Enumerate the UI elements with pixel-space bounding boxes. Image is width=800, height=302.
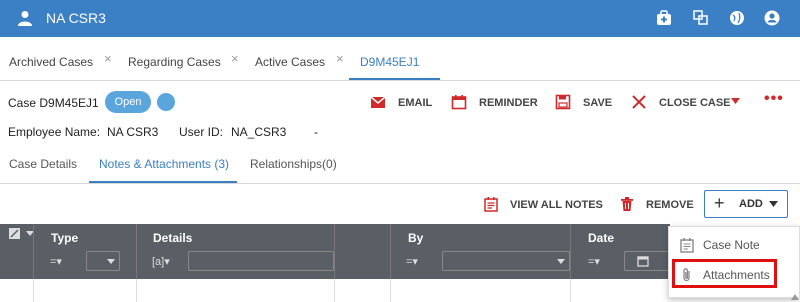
medkit-icon[interactable] (656, 10, 672, 26)
by-filter-select[interactable] (442, 251, 570, 271)
status-badge[interactable]: Open (105, 91, 151, 113)
column-header-details[interactable]: Details (153, 231, 192, 245)
employee-name-value: NA CSR3 (107, 125, 159, 139)
chevron-down-icon[interactable] (731, 98, 740, 104)
notes-calendar-icon[interactable] (483, 196, 499, 212)
user-icon (18, 11, 32, 26)
menu-item-label: Case Note (703, 238, 760, 252)
employee-name-label: Employee Name: (8, 125, 101, 139)
calendar-icon[interactable] (637, 255, 649, 267)
plus-icon: + (714, 193, 725, 213)
close-icon[interactable] (631, 94, 647, 110)
filter-operator[interactable]: =▾ (406, 255, 418, 268)
top-bar: NA CSR3 (0, 0, 800, 37)
row-divider (570, 279, 571, 302)
email-icon[interactable] (370, 94, 386, 110)
status-indicator[interactable] (157, 93, 175, 111)
date-filter-input[interactable] (624, 251, 670, 271)
filter-operator[interactable]: =▾ (588, 255, 600, 268)
scroll-up-icon[interactable] (791, 294, 799, 300)
select-all-icon[interactable] (9, 228, 23, 240)
subtab-relationships[interactable]: Relationships(0) (250, 157, 337, 171)
email-button[interactable]: EMAIL (398, 97, 432, 109)
type-filter-select[interactable] (86, 251, 120, 271)
tab-archived-cases[interactable]: Archived Cases (9, 55, 93, 69)
row-divider (33, 279, 34, 302)
tab-close-icon[interactable]: × (336, 51, 344, 66)
tab-close-icon[interactable]: × (231, 51, 239, 66)
divider (0, 183, 800, 184)
subtab-notes-attachments[interactable]: Notes & Attachments (3) (99, 157, 229, 171)
save-icon[interactable] (555, 94, 571, 110)
calendar-icon[interactable] (451, 94, 467, 110)
tab-regarding-cases[interactable]: Regarding Cases (128, 55, 221, 69)
filter-operator[interactable]: [a]▾ (152, 255, 170, 268)
chevron-down-icon (769, 201, 778, 207)
user-id-label: User ID: (179, 125, 224, 139)
tab-active-cases[interactable]: Active Cases (255, 55, 325, 69)
more-options-icon[interactable]: ••• (764, 90, 784, 108)
column-header-type[interactable]: Type (51, 231, 78, 245)
details-filter-input[interactable] (188, 251, 334, 271)
app-title: NA CSR3 (46, 10, 106, 26)
globe-icon[interactable] (729, 10, 745, 26)
highlight-box (672, 259, 777, 288)
column-header-date[interactable]: Date (588, 231, 614, 245)
menu-item-case-note[interactable]: Case Note (669, 231, 800, 259)
add-button[interactable]: + ADD (704, 190, 788, 218)
view-all-notes-button[interactable]: VIEW ALL NOTES (510, 199, 603, 211)
account-icon[interactable] (764, 10, 780, 26)
row-divider (390, 279, 391, 302)
calendar-note-icon (680, 238, 694, 253)
chevron-down-icon (557, 259, 565, 264)
row-divider (334, 279, 335, 302)
case-label: Case D9M45EJ1 (8, 96, 99, 110)
active-tab-indicator (349, 78, 440, 80)
subtab-case-details[interactable]: Case Details (9, 157, 77, 171)
add-button-label: ADD (739, 198, 763, 210)
close-case-button[interactable]: CLOSE CASE (659, 97, 731, 109)
copy-icon[interactable] (693, 10, 709, 26)
reminder-button[interactable]: REMINDER (479, 97, 538, 109)
save-button[interactable]: SAVE (583, 97, 612, 109)
trash-icon[interactable] (619, 196, 635, 212)
user-id-value: NA_CSR3 (231, 125, 287, 139)
chevron-down-icon (107, 259, 115, 264)
row-divider (136, 279, 137, 302)
separator-dash: - (314, 125, 318, 139)
tab-case-d9m45ej1[interactable]: D9M45EJ1 (360, 55, 419, 69)
filter-operator[interactable]: =▾ (50, 255, 62, 268)
column-header-by[interactable]: By (408, 231, 423, 245)
tab-close-icon[interactable]: × (104, 51, 112, 66)
remove-button[interactable]: REMOVE (646, 199, 694, 211)
